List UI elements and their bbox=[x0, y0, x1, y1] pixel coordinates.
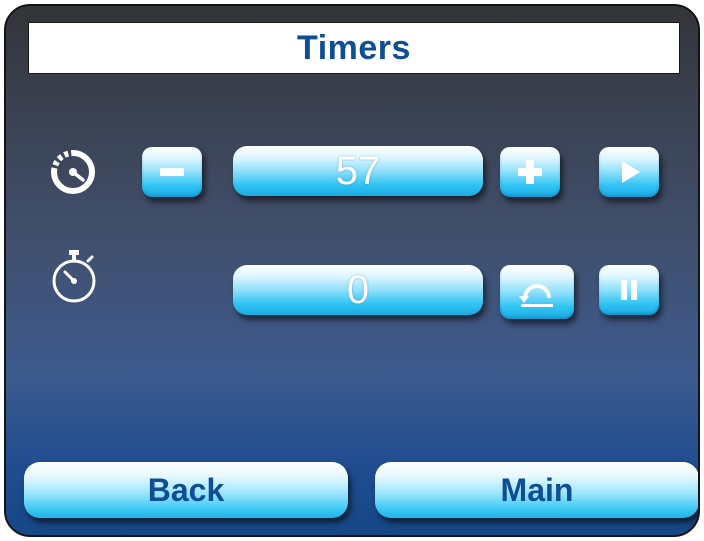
start-button[interactable] bbox=[599, 147, 659, 197]
timers-screen: Timers 57 0 Back Main bbox=[4, 4, 700, 537]
back-button-label: Back bbox=[147, 471, 225, 508]
pause-button[interactable] bbox=[599, 265, 659, 315]
stopwatch-value: 0 bbox=[346, 267, 370, 312]
timer-value-display: 57 bbox=[233, 146, 483, 196]
stopwatch-value-display: 0 bbox=[233, 265, 483, 315]
pause-icon bbox=[621, 280, 637, 300]
page-title: Timers bbox=[297, 28, 411, 67]
timer-value: 57 bbox=[335, 148, 381, 193]
back-button[interactable]: Back bbox=[24, 462, 348, 518]
main-button[interactable]: Main bbox=[375, 462, 698, 518]
reset-icon bbox=[519, 284, 553, 307]
main-button-label: Main bbox=[500, 471, 574, 508]
timer-icon bbox=[50, 149, 96, 195]
reset-button[interactable] bbox=[500, 265, 574, 319]
play-icon bbox=[622, 161, 640, 183]
decrement-button[interactable] bbox=[142, 147, 202, 197]
minus-icon bbox=[160, 168, 184, 176]
title-bar: Timers bbox=[28, 22, 680, 74]
increment-button[interactable] bbox=[500, 147, 560, 197]
plus-icon bbox=[518, 160, 542, 184]
stopwatch-icon bbox=[48, 248, 100, 304]
